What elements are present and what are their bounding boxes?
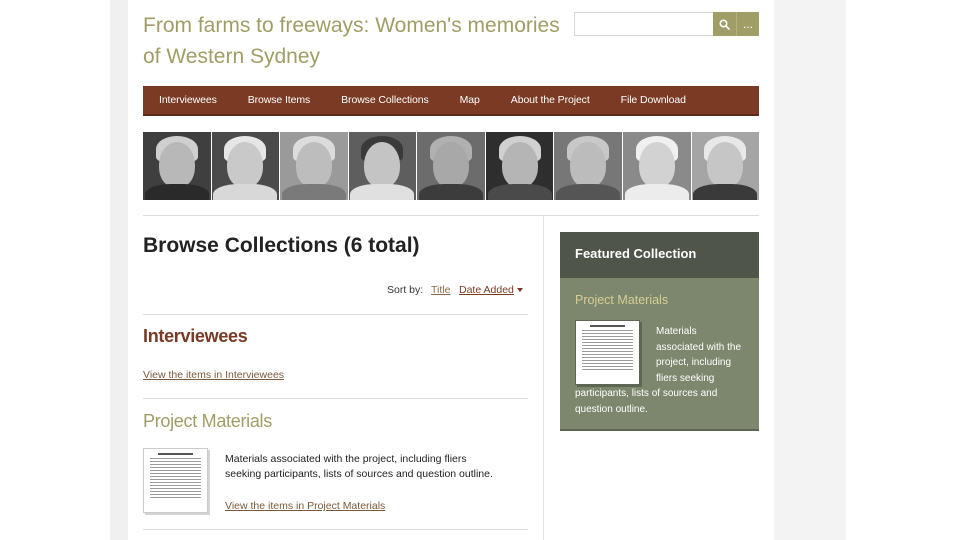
- main-nav: Interviewees Browse Items Browse Collect…: [143, 86, 759, 116]
- header-banner-image: [143, 132, 759, 200]
- sort-by-date-added-link[interactable]: Date Added: [459, 284, 523, 296]
- portrait-photo: [280, 132, 349, 200]
- nav-item-interviewees[interactable]: Interviewees: [159, 94, 217, 106]
- collection-thumbnail[interactable]: [143, 448, 208, 513]
- search-icon: [719, 18, 730, 30]
- divider: [143, 529, 528, 530]
- divider: [143, 398, 528, 399]
- collection-title[interactable]: Project Materials: [143, 411, 272, 432]
- portrait-photo: [143, 132, 212, 200]
- advanced-search-button[interactable]: ...: [736, 12, 759, 36]
- portrait-photo: [554, 132, 623, 200]
- sort-label: Sort by:: [387, 284, 424, 296]
- page-gutter-right: [774, 0, 846, 540]
- page-title: Browse Collections (6 total): [143, 234, 420, 257]
- portrait-photo: [417, 132, 486, 200]
- search-input[interactable]: [574, 12, 714, 36]
- column-divider: [543, 216, 544, 540]
- sort-by-title-link[interactable]: Title: [431, 284, 450, 296]
- divider: [143, 215, 759, 216]
- portrait-photo: [622, 132, 692, 200]
- featured-heading: Featured Collection: [560, 232, 759, 278]
- nav-item-file-download[interactable]: File Download: [621, 94, 686, 106]
- collection-items-link[interactable]: View the items in Project Materials: [225, 500, 385, 512]
- featured-collection-panel: Featured Collection Project Materials Ma…: [560, 232, 759, 431]
- sort-date-label: Date Added: [459, 284, 514, 296]
- nav-item-about[interactable]: About the Project: [511, 94, 590, 106]
- featured-description: Materials associated with the project, i…: [575, 324, 747, 417]
- portrait-photo: [691, 132, 759, 200]
- collection-items-link[interactable]: View the items in Interviewees: [143, 369, 284, 381]
- nav-item-map[interactable]: Map: [460, 94, 480, 106]
- divider: [143, 314, 528, 315]
- portrait-photo: [485, 132, 555, 200]
- collection-description: Materials associated with the project, i…: [225, 453, 493, 480]
- page-gutter-left: [110, 0, 128, 540]
- collection-title[interactable]: Interviewees: [143, 326, 248, 347]
- portrait-photo: [211, 132, 281, 200]
- nav-item-browse-items[interactable]: Browse Items: [248, 94, 311, 106]
- portrait-photo: [348, 132, 418, 200]
- nav-item-browse-collections[interactable]: Browse Collections: [341, 94, 429, 106]
- featured-collection-title[interactable]: Project Materials: [575, 293, 668, 307]
- search-button[interactable]: [713, 12, 736, 36]
- caret-down-icon: [516, 288, 523, 293]
- page-container: From farms to freeways: Women's memories…: [128, 0, 774, 540]
- site-title[interactable]: From farms to freeways: Women's memories…: [143, 10, 568, 72]
